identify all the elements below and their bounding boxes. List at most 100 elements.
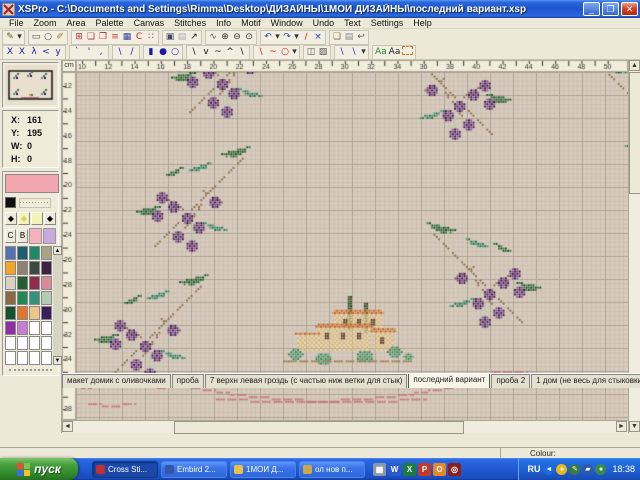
menu-item-undo[interactable]: Undo bbox=[308, 18, 340, 28]
palette-color-3-2[interactable] bbox=[29, 291, 40, 305]
special-stitch-arc[interactable]: ~ bbox=[267, 46, 279, 58]
palette-scroll-up[interactable]: ▲ bbox=[53, 246, 62, 255]
backstitch-v[interactable]: v bbox=[200, 46, 212, 58]
copy-motif[interactable]: ❏ bbox=[85, 32, 97, 44]
color-mode-back[interactable]: ◆ bbox=[44, 212, 56, 225]
color-mode-blank[interactable] bbox=[31, 212, 43, 225]
zoom-actual[interactable]: ⊙ bbox=[243, 32, 255, 44]
palette-color-7-0[interactable] bbox=[5, 351, 16, 365]
page-tab-2[interactable]: 7 верхн левая гроздь (с частью ниж ветки… bbox=[205, 374, 408, 388]
scatter-stitches[interactable]: ∷ bbox=[145, 32, 157, 44]
draw-stroke[interactable]: / bbox=[300, 32, 312, 44]
palette-color-6-2[interactable] bbox=[29, 336, 40, 350]
diagonal-stitch-right[interactable]: / bbox=[126, 46, 138, 58]
design-preview[interactable] bbox=[2, 62, 59, 108]
undo-dropdown[interactable]: ▾ bbox=[274, 32, 281, 44]
menu-item-file[interactable]: File bbox=[4, 18, 29, 28]
palette-color-0-1[interactable] bbox=[17, 246, 28, 260]
diagonal-stitch-left[interactable]: \ bbox=[114, 46, 126, 58]
menu-item-text[interactable]: Text bbox=[339, 18, 366, 28]
blend-mode-button[interactable]: B bbox=[17, 229, 28, 243]
quick-launch-icon-4[interactable]: O bbox=[433, 463, 446, 476]
floss-usage[interactable]: ∿ bbox=[207, 32, 219, 44]
task-button-3[interactable]: ол нов п... bbox=[299, 461, 365, 478]
tray-icon-4[interactable]: ● bbox=[595, 464, 606, 475]
colour-mode-button[interactable]: C bbox=[5, 229, 16, 243]
quarter-stitch[interactable]: < bbox=[40, 46, 52, 58]
petite-mark-1[interactable]: ` bbox=[71, 46, 83, 58]
page-tab-4[interactable]: проба 2 bbox=[491, 374, 530, 388]
dashed-region-tool[interactable] bbox=[401, 46, 414, 58]
longstitch-dropdown[interactable]: ▾ bbox=[360, 46, 367, 58]
vertical-scroll-thumb[interactable] bbox=[629, 72, 640, 194]
zoom-out[interactable]: ⊖ bbox=[231, 32, 243, 44]
backstitch-curve[interactable]: ~ bbox=[212, 46, 224, 58]
palette-color-6-0[interactable] bbox=[5, 336, 16, 350]
menu-item-window[interactable]: Window bbox=[266, 18, 308, 28]
palette-color-3-3[interactable] bbox=[41, 291, 52, 305]
secondary-color-swatch[interactable] bbox=[5, 197, 16, 208]
palette-color-5-0[interactable] bbox=[5, 321, 16, 335]
palette-scroll-down[interactable]: ▼ bbox=[53, 356, 62, 365]
quick-launch-icon-3[interactable]: P bbox=[418, 463, 431, 476]
palette-color-1-2[interactable] bbox=[29, 261, 40, 275]
import-page[interactable]: ↩ bbox=[355, 32, 367, 44]
scroll-left-button[interactable]: ◄ bbox=[62, 421, 73, 432]
palette-header-swatch-0[interactable] bbox=[29, 228, 42, 244]
start-button[interactable]: пуск bbox=[0, 458, 78, 480]
palette-scrollbar[interactable]: ▲ ▼ bbox=[53, 246, 62, 365]
page-tab-3[interactable]: последний вариант bbox=[408, 373, 490, 388]
minimize-button[interactable]: _ bbox=[583, 2, 600, 16]
palette-color-6-1[interactable] bbox=[17, 336, 28, 350]
palette-color-0-3[interactable] bbox=[41, 246, 52, 260]
longstitch-pen-2[interactable]: \ bbox=[348, 46, 360, 58]
tray-icon-0[interactable]: ◄ bbox=[543, 464, 554, 475]
menu-item-zoom[interactable]: Zoom bbox=[29, 18, 62, 28]
palette-color-2-0[interactable] bbox=[5, 276, 16, 290]
backstitch-peak[interactable]: ^ bbox=[224, 46, 236, 58]
palette-color-2-3[interactable] bbox=[41, 276, 52, 290]
palette-color-1-3[interactable] bbox=[41, 261, 52, 275]
palette-header-swatch-1[interactable] bbox=[43, 228, 56, 244]
chart-view[interactable]: ▤ bbox=[176, 32, 188, 44]
pencil-dropdown[interactable]: ▾ bbox=[16, 32, 23, 44]
knot-tool[interactable]: ◫ bbox=[305, 46, 317, 58]
scroll-down-button[interactable]: ▼ bbox=[629, 421, 640, 432]
double-stitch[interactable]: X bbox=[16, 46, 28, 58]
full-cross-stitch[interactable]: X bbox=[4, 46, 16, 58]
palette-color-5-3[interactable] bbox=[41, 321, 52, 335]
palette-color-4-3[interactable] bbox=[41, 306, 52, 320]
scroll-right-button[interactable]: ► bbox=[616, 421, 627, 432]
menu-item-motif[interactable]: Motif bbox=[236, 18, 266, 28]
tray-icon-1[interactable]: ● bbox=[556, 464, 567, 475]
copy-design[interactable]: ❏ bbox=[331, 32, 343, 44]
palette-color-6-3[interactable] bbox=[41, 336, 52, 350]
color-mode-half[interactable]: ◆ bbox=[18, 212, 30, 225]
paste-motif[interactable]: ❐ bbox=[97, 32, 109, 44]
new-page[interactable]: ▤ bbox=[343, 32, 355, 44]
current-color-swatch[interactable] bbox=[5, 174, 59, 193]
menu-item-settings[interactable]: Settings bbox=[366, 18, 409, 28]
page-tab-5[interactable]: 1 дом (не весь для стыковки) bbox=[531, 374, 640, 388]
palette-color-3-0[interactable] bbox=[5, 291, 16, 305]
select-rectangle[interactable]: ▭ bbox=[30, 32, 42, 44]
close-button[interactable]: ✕ bbox=[621, 2, 638, 16]
palette-color-4-1[interactable] bbox=[17, 306, 28, 320]
repeat-pattern[interactable]: ▦ bbox=[121, 32, 133, 44]
palette-color-0-0[interactable] bbox=[5, 246, 16, 260]
menu-item-info[interactable]: Info bbox=[211, 18, 236, 28]
palette-color-2-2[interactable] bbox=[29, 276, 40, 290]
page-tab-0[interactable]: макет домик с оливочками bbox=[62, 374, 171, 388]
tray-icon-2[interactable]: ✎ bbox=[569, 464, 580, 475]
bead-filled[interactable]: ● bbox=[157, 46, 169, 58]
palette-color-5-2[interactable] bbox=[29, 321, 40, 335]
menu-item-stitches[interactable]: Stitches bbox=[169, 18, 211, 28]
align-motif[interactable]: ≡ bbox=[109, 32, 121, 44]
design-canvas[interactable] bbox=[76, 72, 628, 420]
special-stitch-line[interactable]: \ bbox=[255, 46, 267, 58]
menu-item-canvas[interactable]: Canvas bbox=[129, 18, 170, 28]
quick-launch-icon-5[interactable]: ◎ bbox=[448, 463, 461, 476]
backstitch-thick[interactable]: \ bbox=[236, 46, 248, 58]
palette-color-1-1[interactable] bbox=[17, 261, 28, 275]
insert-motif[interactable]: ⊞ bbox=[73, 32, 85, 44]
